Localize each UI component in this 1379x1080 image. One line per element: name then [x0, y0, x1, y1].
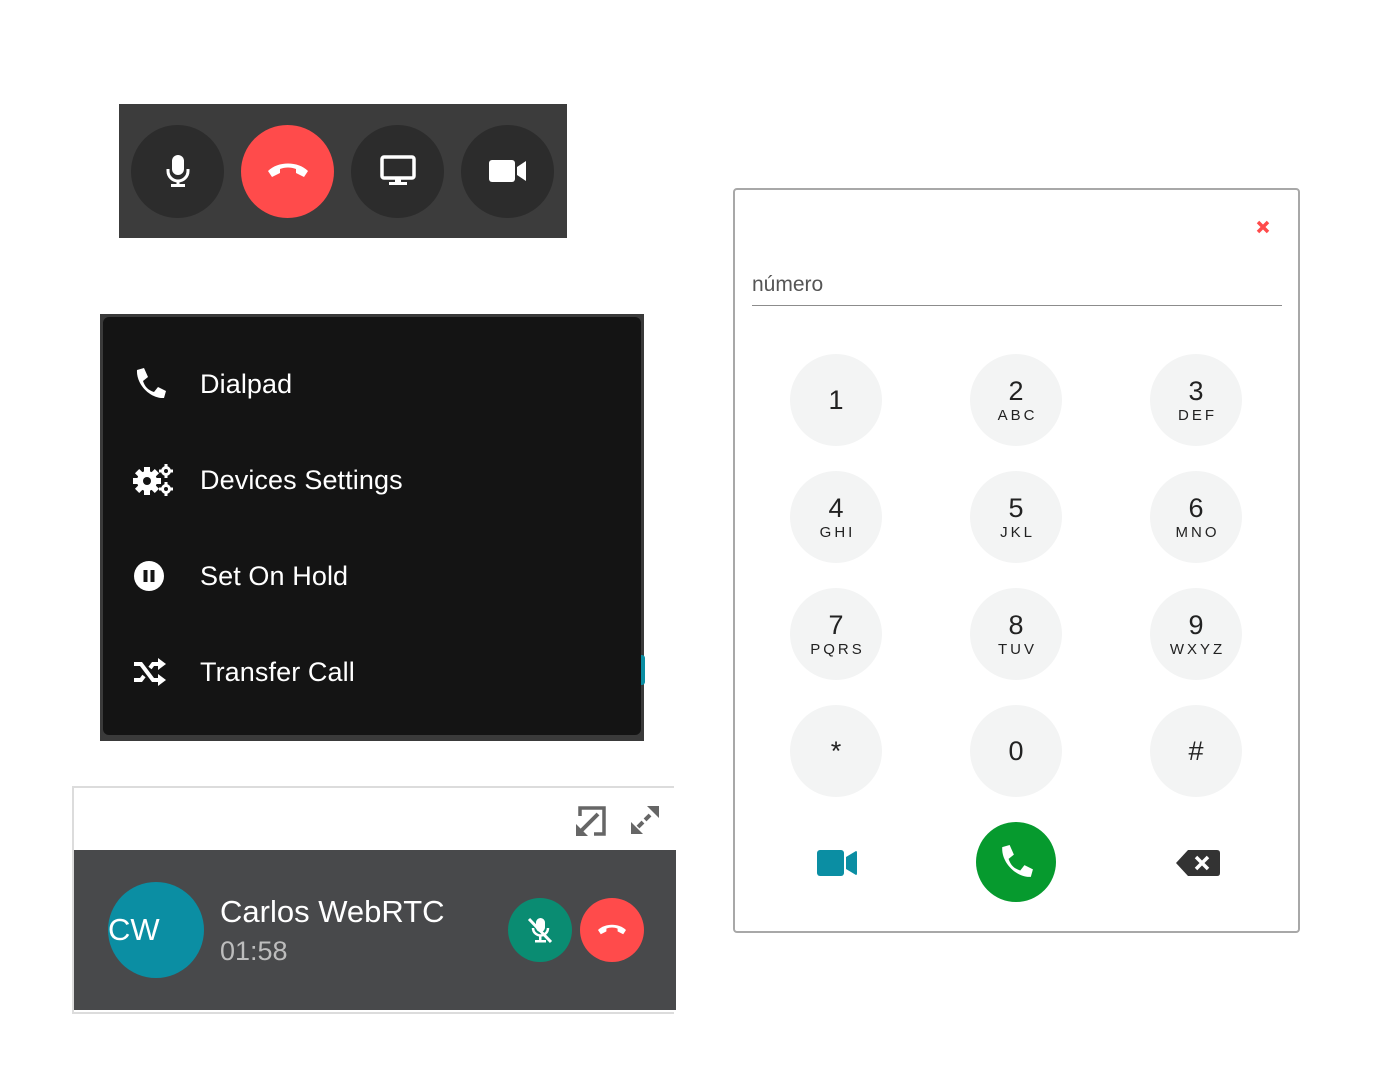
dialpad-key-4[interactable]: 4 GHI: [790, 471, 882, 563]
key-letters: MNO: [1175, 523, 1220, 541]
gears-icon: [133, 462, 175, 498]
key-digit: 9: [1188, 609, 1204, 640]
expand-icon[interactable]: [629, 804, 661, 841]
partial-element-edge: [641, 655, 645, 685]
menu-item-label: Set On Hold: [200, 560, 349, 591]
call-info-panel: CW Carlos WebRTC 01:58: [74, 850, 676, 1010]
key-digit: #: [1188, 736, 1204, 766]
call-button[interactable]: [976, 822, 1056, 902]
menu-item-dialpad[interactable]: Dialpad: [103, 336, 641, 432]
key-letters: ABC: [997, 406, 1038, 424]
dialpad-keys: 1 2 ABC 3 DEF 4 GHI 5 JKL 6 MNO 7 PQRS 8…: [790, 354, 1245, 797]
call-options-menu-container: Dialpad Devices Settings Set On Hold Tra…: [100, 314, 644, 741]
key-letters: TUV: [998, 640, 1037, 658]
microphone-button[interactable]: [131, 124, 224, 218]
hang-up-button[interactable]: [241, 124, 334, 218]
dialpad-panel: 1 2 ABC 3 DEF 4 GHI 5 JKL 6 MNO 7 PQRS 8…: [733, 188, 1300, 933]
shuffle-icon: [133, 654, 175, 690]
key-digit: 1: [828, 385, 844, 415]
key-digit: 0: [1008, 736, 1024, 766]
pause-circle-icon: [133, 558, 175, 594]
menu-item-label: Transfer Call: [200, 656, 355, 687]
video-camera-icon: [817, 850, 857, 876]
dialpad-key-8[interactable]: 8 TUV: [970, 588, 1062, 680]
key-digit: 4: [828, 492, 844, 523]
video-call-button[interactable]: [817, 850, 857, 881]
key-letters: JKL: [1000, 523, 1035, 541]
dialpad-key-1[interactable]: 1: [790, 354, 882, 446]
avatar: CW: [108, 882, 204, 978]
phone-hangup-icon: [267, 163, 308, 177]
phone-icon: [1002, 845, 1033, 877]
menu-item-set-on-hold[interactable]: Set On Hold: [103, 528, 641, 624]
key-digit: 8: [1008, 609, 1024, 640]
key-digit: 6: [1188, 492, 1204, 523]
dialpad-key-0[interactable]: 0: [970, 705, 1062, 797]
key-digit: 3: [1188, 375, 1204, 406]
hang-up-button[interactable]: [580, 898, 644, 962]
key-digit: 7: [828, 609, 844, 640]
backspace-icon: [1176, 850, 1220, 876]
dialpad-key-9[interactable]: 9 WXYZ: [1150, 588, 1242, 680]
microphone-muted-icon: [527, 917, 553, 944]
compress-icon[interactable]: [574, 804, 608, 843]
active-call-widget: CW Carlos WebRTC 01:58: [72, 786, 676, 1014]
unmute-button[interactable]: [508, 898, 572, 962]
dialpad-key-2[interactable]: 2 ABC: [970, 354, 1062, 446]
dialpad-key-7[interactable]: 7 PQRS: [790, 588, 882, 680]
menu-item-devices-settings[interactable]: Devices Settings: [103, 432, 641, 528]
microphone-icon: [166, 155, 189, 187]
monitor-icon: [379, 155, 416, 185]
key-letters: DEF: [1178, 406, 1217, 424]
caller-name: Carlos WebRTC: [220, 894, 445, 929]
key-letters: PQRS: [810, 640, 865, 658]
dialpad-key-5[interactable]: 5 JKL: [970, 471, 1062, 563]
dialpad-key-hash[interactable]: #: [1150, 705, 1242, 797]
key-letters: GHI: [819, 523, 856, 541]
backspace-button[interactable]: [1176, 850, 1220, 881]
dialpad-key-star[interactable]: *: [790, 705, 882, 797]
call-controls-bar: [119, 104, 567, 238]
dialpad-key-3[interactable]: 3 DEF: [1150, 354, 1242, 446]
number-input[interactable]: [752, 264, 1282, 306]
key-digit: 5: [1008, 492, 1024, 523]
phone-hangup-icon: [598, 924, 626, 935]
screen-share-button[interactable]: [351, 124, 444, 218]
menu-item-label: Dialpad: [200, 368, 293, 399]
key-digit: 2: [1008, 375, 1024, 406]
key-digit: *: [830, 736, 842, 766]
call-timer: 01:58: [220, 936, 288, 966]
phone-icon: [133, 366, 175, 402]
video-button[interactable]: [461, 124, 554, 218]
menu-item-transfer-call[interactable]: Transfer Call: [103, 624, 641, 720]
video-camera-icon: [488, 160, 526, 182]
key-letters: WXYZ: [1169, 640, 1226, 658]
widget-toolbar: [74, 788, 674, 850]
menu-item-label: Devices Settings: [200, 464, 403, 495]
dialpad-actions: [735, 822, 1298, 904]
call-options-menu: Dialpad Devices Settings Set On Hold Tra…: [103, 317, 641, 735]
close-icon[interactable]: [1256, 220, 1274, 238]
avatar-initials: CW: [108, 912, 160, 947]
dialpad-key-6[interactable]: 6 MNO: [1150, 471, 1242, 563]
